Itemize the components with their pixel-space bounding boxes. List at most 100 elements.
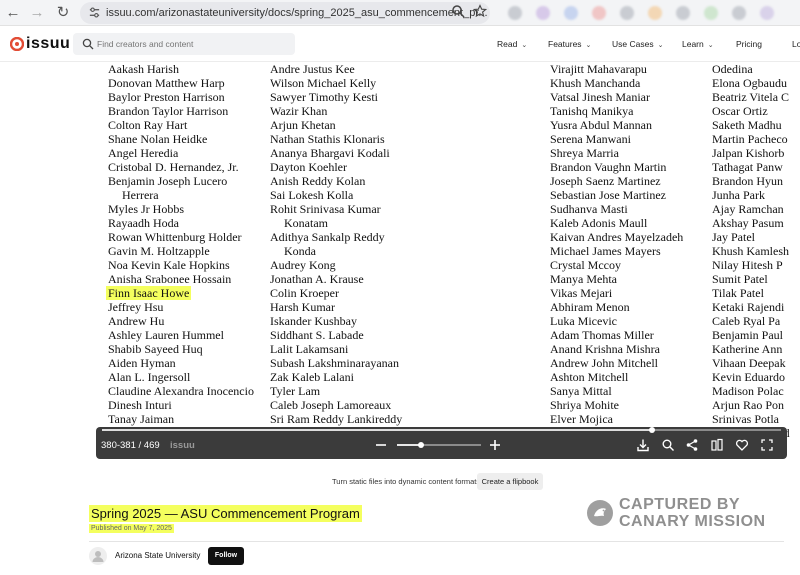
menu-pricing[interactable]: Pricing: [736, 39, 762, 49]
graduate-name: Colton Ray Hart: [108, 118, 188, 132]
zoom-slider-fill: [397, 444, 421, 446]
document-viewer[interactable]: Aakash Harish Donovan Matthew Harp Baylor …: [0, 63, 800, 470]
watermark-line-2: CANARY MISSION: [619, 513, 766, 530]
graduate-name: Wazir Khan: [270, 104, 328, 118]
graduate-name: Nathan Stathis Klonaris: [270, 132, 385, 146]
graduate-name: Vatsal Jinesh Maniar: [550, 90, 650, 104]
graduate-name: Khush Manchanda: [550, 76, 641, 90]
extension-icon[interactable]: [564, 6, 578, 20]
site-settings-icon[interactable]: [88, 6, 101, 19]
graduate-name: Rowan Whittenburg Holder: [108, 230, 242, 244]
highlighted-name: Finn Isaac Howe: [106, 286, 192, 300]
graduate-name: Alan L. Ingersoll: [108, 370, 191, 384]
extension-icon[interactable]: [676, 6, 690, 20]
graduate-name: Shriya Mohite: [550, 398, 619, 412]
graduate-name: Manya Mehta: [550, 272, 617, 286]
graduate-name: Baylor Preston Harrison: [108, 90, 225, 104]
profile-icon[interactable]: [760, 6, 774, 20]
graduate-name: Konatam: [284, 216, 328, 230]
graduate-name: Benjamin Joseph Lucero: [108, 174, 228, 188]
page-progress-bar[interactable]: [102, 427, 781, 433]
reader-toolbar: 380-381 / 469 issuu: [96, 427, 787, 459]
graduate-name: Sanya Mittal: [550, 384, 612, 398]
menu-features[interactable]: Features ⌄: [548, 39, 591, 49]
graduate-name: Serena Manwani: [550, 132, 631, 146]
layout-icon[interactable]: [710, 438, 724, 452]
graduate-name: Finn Isaac Howe: [106, 286, 254, 300]
graduate-name: Oscar Ortiz: [712, 104, 768, 118]
forward-icon[interactable]: →: [28, 4, 46, 22]
site-header: issuu Read⌄ Features⌄ Use Cases⌄ Learn⌄ …: [0, 26, 800, 62]
graduate-name: Tyler Lam: [270, 384, 321, 398]
extension-icon[interactable]: [704, 6, 718, 20]
zoom-slider[interactable]: [397, 442, 481, 448]
search-icon: [82, 38, 94, 50]
graduate-name: Siddhant S. Labade: [270, 328, 364, 342]
extension-icon[interactable]: [592, 6, 606, 20]
graduate-name: Anisha Srabonee Hossain: [108, 272, 232, 286]
menu-login[interactable]: Lo: [792, 39, 800, 49]
graduate-name: Tilak Patel: [712, 286, 764, 300]
extension-icon[interactable]: [648, 6, 662, 20]
names-column-3: Virajitt Mahavarapu Khush Manchanda Vatsal…: [550, 63, 683, 454]
graduate-name: Benjamin Paul: [712, 328, 783, 342]
divider: [89, 541, 784, 542]
share-icon[interactable]: [685, 438, 699, 452]
graduate-name: Jeffrey Hsu: [108, 300, 164, 314]
graduate-name: Beatriz Vitela C: [712, 90, 790, 104]
address-bar[interactable]: issuu.com/arizonastateuniversity/docs/sp…: [80, 2, 490, 24]
bookmark-star-icon[interactable]: [473, 4, 487, 18]
download-icon[interactable]: [636, 438, 650, 452]
chevron-down-icon: ⌄: [585, 42, 592, 49]
zoom-out-icon[interactable]: [374, 438, 388, 452]
page-progress-handle[interactable]: [648, 427, 655, 433]
browser-chrome: ← → ↻ issuu.com/arizonastateuniversity/d…: [0, 0, 800, 26]
menu-learn[interactable]: Learn ⌄: [682, 39, 714, 49]
fullscreen-icon[interactable]: [760, 438, 774, 452]
zoom-slider-handle[interactable]: [417, 442, 424, 448]
graduate-name: Iskander Kushbay: [270, 314, 357, 328]
graduate-name: Tathagat Panw: [712, 160, 783, 174]
zoom-icon[interactable]: [451, 4, 465, 18]
search-icon[interactable]: [661, 438, 675, 452]
logo-text: issuu: [26, 35, 71, 52]
graduate-name: Angel Heredia: [108, 146, 179, 160]
search-box[interactable]: [73, 33, 295, 55]
graduate-name: Abhiram Menon: [550, 300, 630, 314]
graduate-name: Claudine Alexandra Inocencio: [108, 384, 254, 398]
graduate-name: Tanay Jaiman: [108, 412, 175, 426]
graduate-name: Nilay Hitesh P: [712, 258, 783, 272]
graduate-name: Rayaadh Hoda: [108, 216, 179, 230]
search-input[interactable]: [97, 33, 287, 55]
publisher-avatar[interactable]: [89, 547, 107, 565]
graduate-name: Junha Park: [712, 188, 765, 202]
menu-use-cases[interactable]: Use Cases ⌄: [612, 39, 663, 49]
reload-icon[interactable]: ↻: [54, 4, 72, 22]
publisher-name[interactable]: Arizona State University: [115, 551, 200, 560]
graduate-name: Ananya Bhargavi Kodali: [270, 146, 390, 160]
extension-icon[interactable]: [508, 6, 522, 20]
graduate-name: Rohit Srinivasa Kumar: [270, 202, 381, 216]
menu-read[interactable]: Read ⌄: [497, 39, 527, 49]
graduate-name: Brandon Taylor Harrison: [108, 104, 229, 118]
heart-icon[interactable]: [735, 438, 749, 452]
graduate-name: Vikas Mejari: [550, 286, 613, 300]
graduate-name: Wilson Michael Kelly: [270, 76, 377, 90]
graduate-name: Andrew John Mitchell: [550, 356, 658, 370]
graduate-name: Herrera: [122, 188, 159, 202]
extension-icon[interactable]: [536, 6, 550, 20]
graduate-name: Kaleb Adonis Maull: [550, 216, 648, 230]
extension-icon[interactable]: [620, 6, 634, 20]
graduate-name: Ashton Mitchell: [550, 370, 629, 384]
create-flipbook-button[interactable]: Create a flipbook: [477, 473, 543, 490]
chevron-down-icon: ⌄: [707, 42, 714, 49]
graduate-name: Khush Kamlesh: [712, 244, 789, 258]
graduate-name: Sri Ram Reddy Lankireddy: [270, 412, 403, 426]
zoom-in-icon[interactable]: [488, 438, 502, 452]
graduate-name: Anand Krishna Mishra: [550, 342, 660, 356]
back-icon[interactable]: ←: [4, 4, 22, 22]
graduate-name: Luka Micevic: [550, 314, 617, 328]
extension-icon[interactable]: [732, 6, 746, 20]
graduate-name: Adithya Sankalp Reddy: [270, 230, 385, 244]
follow-button[interactable]: Follow: [208, 547, 244, 565]
